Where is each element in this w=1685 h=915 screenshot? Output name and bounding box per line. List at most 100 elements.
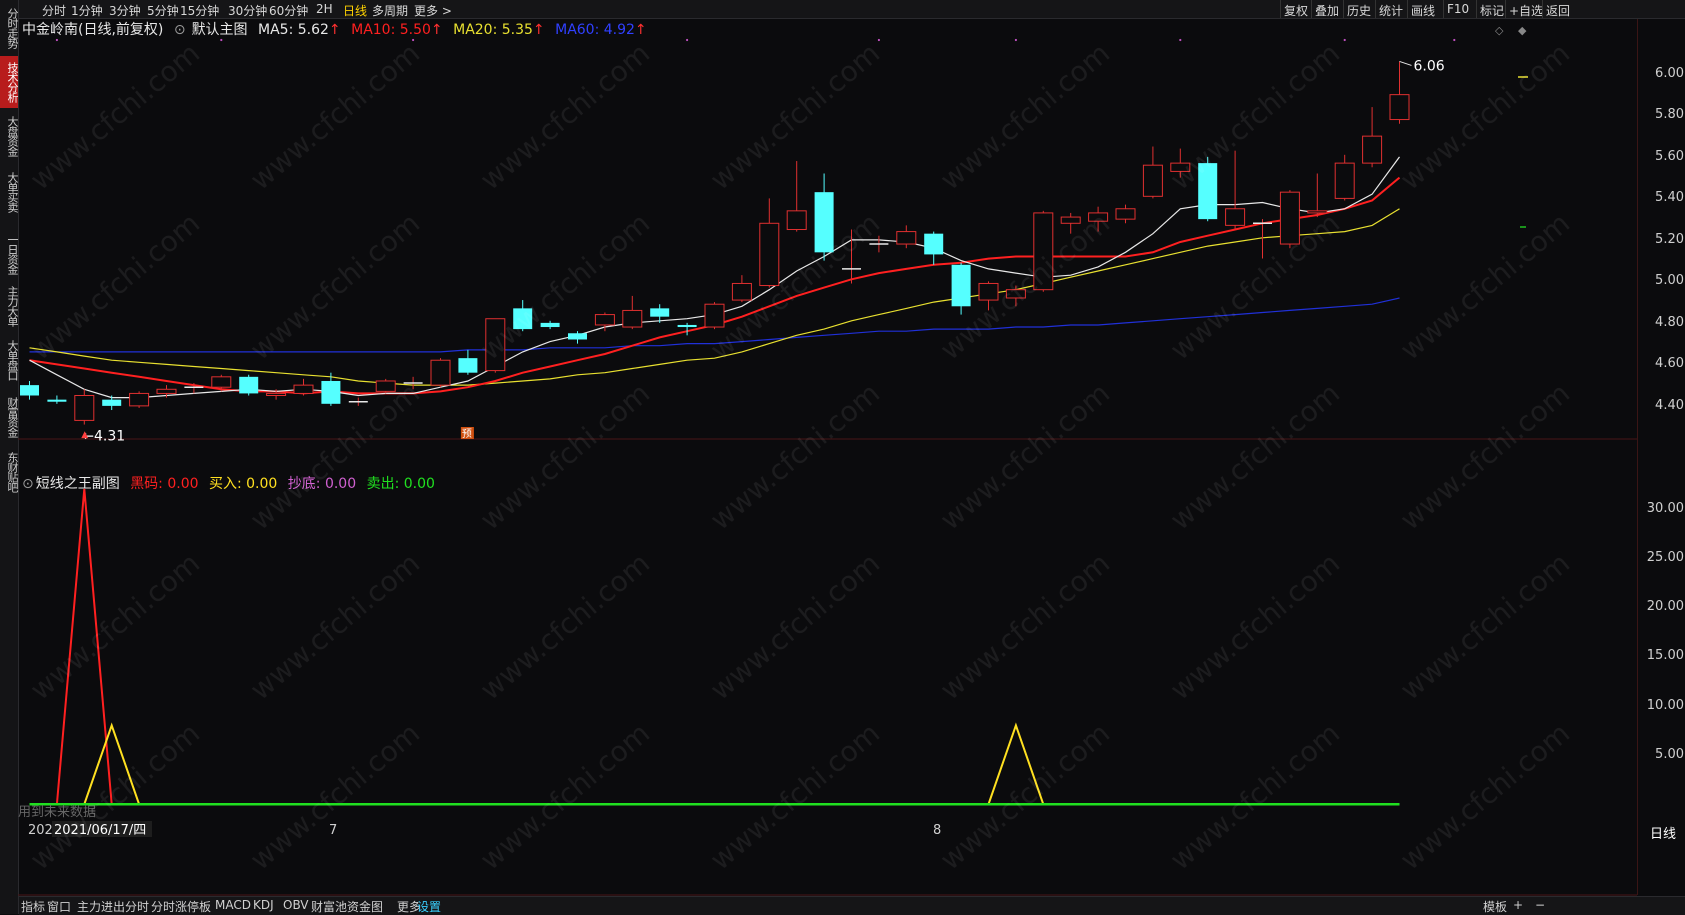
candle[interactable] (540, 320, 560, 330)
candle[interactable] (74, 389, 95, 425)
candle[interactable] (293, 378, 314, 396)
diamond-icon[interactable]: ◇ (1495, 24, 1504, 37)
chart-canvas[interactable]: 6.06 ←4.31▲ 预 ◇ ◆ 用到未来数据 202 2021/06/17/四 7 8 (18, 19, 1637, 896)
candle[interactable] (1307, 173, 1328, 218)
candle[interactable] (1115, 204, 1136, 224)
period-tab-7[interactable]: 2H (316, 2, 333, 16)
candle[interactable] (814, 173, 834, 261)
candle[interactable] (978, 281, 999, 311)
toolbar-button-5[interactable]: F10 (1447, 2, 1469, 16)
bottom-tab-4[interactable]: MACD (215, 898, 251, 912)
toolbar-button-8[interactable]: 返回 (1546, 2, 1570, 19)
indicator-toggle-icon[interactable]: ⊙ (22, 476, 34, 492)
bottom-tab-9[interactable]: 设置 (417, 898, 441, 915)
template-toggle-icon[interactable]: ⊙ (174, 22, 186, 38)
toolbar-separator (1542, 0, 1543, 18)
candle[interactable] (622, 295, 643, 330)
candle[interactable] (759, 198, 780, 288)
period-tab-5[interactable]: 30分钟 (228, 2, 267, 19)
bottom-right-button-0[interactable]: 模板 (1483, 898, 1507, 915)
bottom-tab-0[interactable]: 指标 (21, 898, 45, 915)
period-tab-6[interactable]: 60分钟 (269, 2, 308, 19)
bottom-tab-6[interactable]: OBV (283, 898, 309, 912)
candle[interactable] (1279, 190, 1300, 249)
candle[interactable] (1060, 212, 1081, 234)
candle[interactable] (786, 161, 807, 232)
candle[interactable] (1170, 148, 1191, 178)
candle[interactable] (430, 358, 451, 388)
diamond-icon[interactable]: ◆ (1518, 24, 1527, 37)
period-tab-10[interactable]: 更多 > (414, 2, 452, 19)
candle[interactable] (951, 262, 971, 315)
candle[interactable] (1033, 210, 1054, 292)
stock-name[interactable]: 中金岭南(日线,前复权) (22, 22, 163, 38)
candle[interactable] (1142, 146, 1163, 199)
template-name[interactable]: 默认主图 (192, 22, 248, 38)
candle[interactable] (239, 374, 259, 396)
candle[interactable] (924, 231, 944, 265)
period-tab-4[interactable]: 15分钟 (180, 2, 219, 19)
candle-body (951, 264, 971, 307)
candle[interactable] (513, 300, 533, 332)
period-tab-0[interactable]: 分时 (42, 2, 66, 19)
toolbar-button-3[interactable]: 统计 (1379, 2, 1403, 19)
event-marker: ▲ (81, 430, 88, 440)
candle[interactable] (348, 397, 368, 406)
candle[interactable] (1198, 156, 1218, 222)
sidebar-item-2[interactable]: 大盘资金 (0, 110, 19, 162)
candle[interactable] (129, 391, 150, 408)
period-tab-2[interactable]: 3分钟 (109, 2, 141, 19)
candle[interactable] (1225, 150, 1246, 230)
sidebar-item-8[interactable]: 东财贴吧 (0, 446, 19, 498)
candle[interactable] (20, 380, 39, 400)
toolbar-button-0[interactable]: 复权 (1284, 2, 1308, 19)
period-tab-1[interactable]: 1分钟 (71, 2, 103, 19)
bottom-right-button-1[interactable]: + (1513, 898, 1523, 912)
toolbar-button-2[interactable]: 历史 (1347, 2, 1371, 19)
candle[interactable] (47, 395, 67, 404)
bottom-right-button-2[interactable]: − (1535, 898, 1545, 912)
candle[interactable] (594, 312, 615, 332)
indicator-toolbar: 指标 窗口 主力进出分时 分时涨停板 MACD KDJ OBV 财富池资金图 更多 设置 模板 + − (19, 896, 1685, 915)
bottom-tab-2[interactable]: 主力进出分时 (77, 898, 149, 915)
signal-dot (1343, 38, 1346, 42)
signal-dot (1453, 38, 1456, 42)
period-toolbar: 分时 1分钟 3分钟 5分钟 15分钟 30分钟 60分钟 2H 日线 多周期 更多 > 复权 叠加 历史… (19, 0, 1685, 19)
toolbar-button-6[interactable]: 标记 (1480, 2, 1504, 19)
candle-body (129, 392, 150, 407)
candle[interactable] (1334, 154, 1355, 201)
candle[interactable] (1088, 206, 1109, 232)
sidebar-item-3[interactable]: 大单买卖 (0, 166, 19, 218)
pre-badge-text[interactable]: 预 (462, 428, 472, 440)
candle[interactable] (375, 378, 396, 394)
sidebar-item-4[interactable]: 一日资金 (0, 230, 19, 278)
toolbar-button-4[interactable]: 画线 (1411, 2, 1435, 19)
bottom-tab-7[interactable]: 财富池资金图 (311, 898, 383, 915)
toolbar-button-1[interactable]: 叠加 (1315, 2, 1339, 19)
candle[interactable] (1362, 107, 1383, 168)
candle[interactable] (704, 302, 725, 330)
buy-line (29, 722, 1400, 806)
candle[interactable] (458, 349, 478, 375)
bottom-tab-5[interactable]: KDJ (253, 898, 274, 912)
sidebar-item-5[interactable]: 主力大单 (0, 280, 19, 332)
sidebar-item-6[interactable]: 大单盘口 (0, 334, 19, 386)
candle[interactable] (731, 275, 752, 303)
candle[interactable] (1389, 61, 1410, 124)
heima-line (29, 488, 1400, 806)
bottom-tab-3[interactable]: 分时涨停板 (151, 898, 211, 915)
sidebar-item-1[interactable]: 技术分析 (0, 56, 19, 108)
candle[interactable] (896, 225, 917, 249)
indicator-name[interactable]: 短线之王副图 (36, 476, 120, 492)
candle[interactable] (403, 376, 423, 390)
candle[interactable] (485, 318, 506, 373)
sidebar-item-0[interactable]: 分时走势 (0, 2, 19, 54)
candle[interactable] (842, 229, 861, 284)
period-tab-8[interactable]: 日线 (343, 2, 367, 19)
period-tab-9[interactable]: 多周期 (372, 2, 408, 19)
sidebar-item-7[interactable]: 财富资金 (0, 392, 19, 442)
candle[interactable] (869, 235, 889, 253)
toolbar-button-7[interactable]: +自选 (1509, 2, 1543, 19)
period-tab-3[interactable]: 5分钟 (147, 2, 179, 19)
bottom-tab-1[interactable]: 窗口 (47, 898, 71, 915)
